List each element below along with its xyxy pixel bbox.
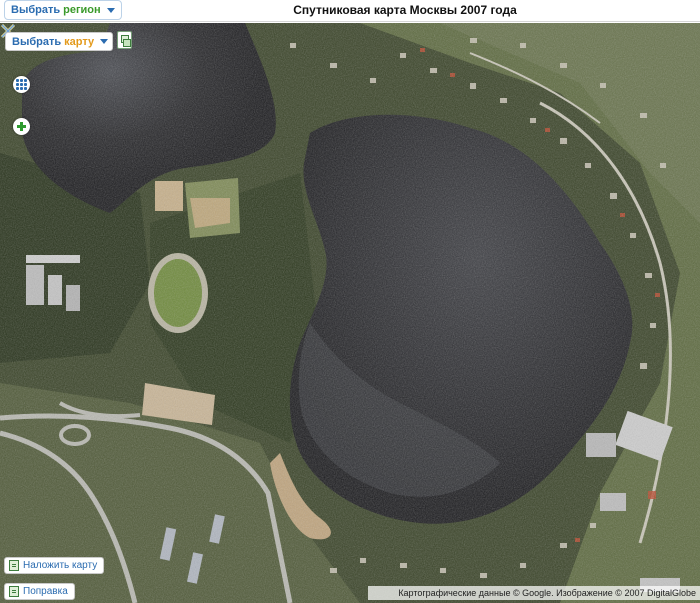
select-map-dropdown[interactable]: Выбрать карту bbox=[5, 32, 114, 51]
map-layer-icon bbox=[9, 560, 19, 571]
satellite-map[interactable]: Выбрать карту Наложить карту Поправка Ка… bbox=[0, 23, 700, 603]
edit-icon bbox=[9, 586, 19, 597]
select-map-label-noun: карту bbox=[64, 35, 95, 48]
zoom-in-button[interactable] bbox=[13, 118, 30, 135]
chevron-down-icon bbox=[100, 39, 109, 44]
correction-button[interactable]: Поправка bbox=[4, 583, 75, 600]
select-map-label-verb: Выбрать bbox=[12, 35, 62, 48]
header-bar: Выбрать регион Спутниковая карта Москвы … bbox=[0, 0, 700, 22]
grid-icon bbox=[16, 79, 27, 90]
satellite-imagery bbox=[0, 23, 700, 603]
overlay-map-button[interactable]: Наложить карту bbox=[4, 557, 105, 574]
plus-icon bbox=[17, 122, 26, 131]
overlay-map-label: Наложить карту bbox=[23, 560, 98, 571]
map-copyright: Картографические данные © Google. Изобра… bbox=[368, 586, 700, 600]
page-title: Спутниковая карта Москвы 2007 года bbox=[293, 3, 517, 17]
layers-icon[interactable] bbox=[117, 31, 132, 49]
grid-button[interactable] bbox=[13, 76, 30, 93]
correction-label: Поправка bbox=[23, 586, 68, 597]
